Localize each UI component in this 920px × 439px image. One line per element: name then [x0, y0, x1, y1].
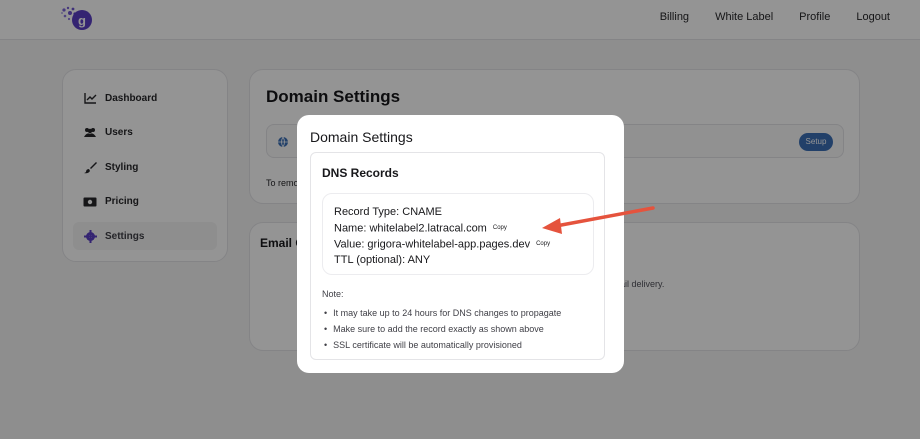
- notes-list: It may take up to 24 hours for DNS chang…: [324, 305, 561, 353]
- record-name: Name: whitelabel2.latracal.com: [334, 222, 487, 235]
- dns-record-box: Record Type: CNAME Name: whitelabel2.lat…: [322, 193, 594, 275]
- dns-records-title: DNS Records: [322, 166, 399, 180]
- copy-name-button[interactable]: Copy: [493, 225, 507, 231]
- copy-value-button[interactable]: Copy: [536, 241, 550, 247]
- record-ttl: TTL (optional): ANY: [334, 253, 431, 266]
- record-value: Value: grigora-whitelabel-app.pages.dev: [334, 238, 531, 251]
- modal-title: Domain Settings: [310, 129, 413, 145]
- note-label: Note:: [322, 289, 344, 299]
- record-value-row: Value: grigora-whitelabel-app.pages.dev C…: [334, 237, 593, 253]
- record-name-row: Name: whitelabel2.latracal.com Copy: [334, 221, 593, 237]
- list-item: SSL certificate will be automatically pr…: [324, 337, 561, 353]
- domain-settings-modal: Domain Settings DNS Records Record Type:…: [297, 115, 624, 373]
- dns-records-panel: DNS Records Record Type: CNAME Name: whi…: [310, 152, 605, 360]
- list-item: Make sure to add the record exactly as s…: [324, 321, 561, 337]
- list-item: It may take up to 24 hours for DNS chang…: [324, 305, 561, 321]
- record-type: Record Type: CNAME: [334, 206, 443, 218]
